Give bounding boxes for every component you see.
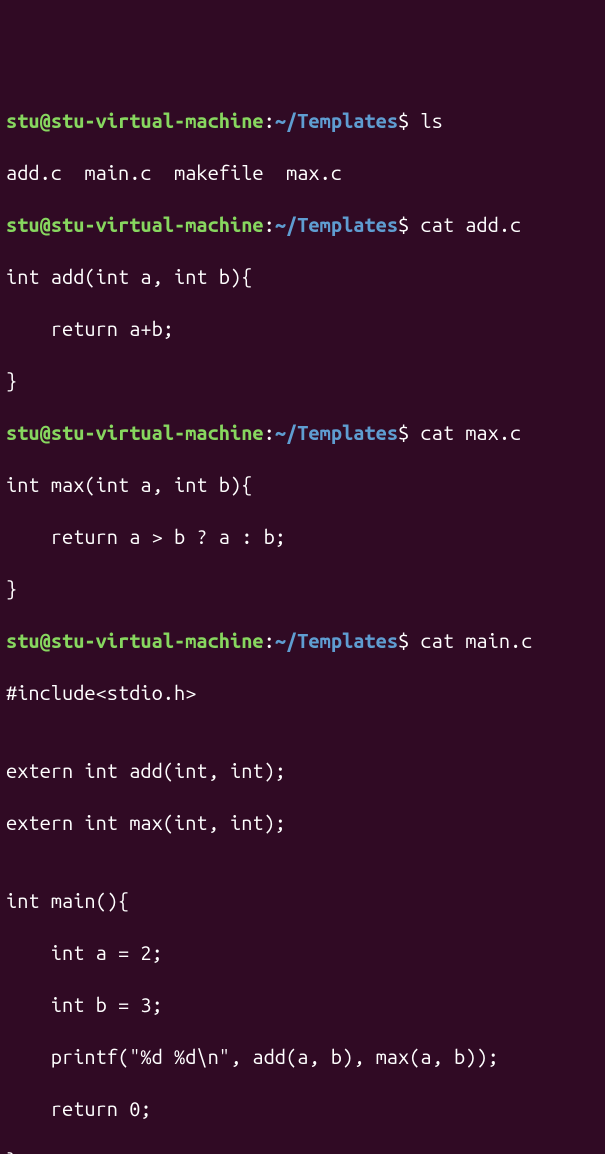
prompt-colon: : (264, 109, 275, 132)
prompt-at: @ (40, 213, 51, 236)
output-line: return 0; (6, 1096, 599, 1122)
prompt-host: stu-virtual-machine (51, 109, 264, 132)
output-line: int add(int a, int b){ (6, 264, 599, 290)
prompt-path: ~/Templates (275, 629, 398, 652)
output-line: extern int add(int, int); (6, 758, 599, 784)
output-line: int main(){ (6, 888, 599, 914)
prompt-user: stu (6, 109, 40, 132)
prompt-at: @ (40, 629, 51, 652)
output-line: add.c main.c makefile max.c (6, 160, 599, 186)
output-line: extern int max(int, int); (6, 810, 599, 836)
prompt-dollar: $ (398, 213, 409, 236)
output-line: return a+b; (6, 316, 599, 342)
output-line: int b = 3; (6, 992, 599, 1018)
prompt-dollar: $ (398, 421, 409, 444)
output-line: } (6, 368, 599, 394)
prompt-colon: : (264, 213, 275, 236)
prompt-path: ~/Templates (275, 213, 398, 236)
prompt-path: ~/Templates (275, 109, 398, 132)
output-line: return a > b ? a : b; (6, 524, 599, 550)
output-line: int a = 2; (6, 940, 599, 966)
prompt-dollar: $ (398, 629, 409, 652)
prompt-user: stu (6, 421, 40, 444)
command-input[interactable]: ls (409, 109, 443, 132)
output-line: } (6, 1148, 599, 1154)
prompt-host: stu-virtual-machine (51, 421, 264, 444)
prompt-colon: : (264, 421, 275, 444)
prompt-path: ~/Templates (275, 421, 398, 444)
prompt-user: stu (6, 629, 40, 652)
terminal-line: stu@stu-virtual-machine:~/Templates$ cat… (6, 420, 599, 446)
output-line: printf("%d %d\n", add(a, b), max(a, b)); (6, 1044, 599, 1070)
prompt-host: stu-virtual-machine (51, 629, 264, 652)
output-line: } (6, 576, 599, 602)
prompt-dollar: $ (398, 109, 409, 132)
terminal-line: stu@stu-virtual-machine:~/Templates$ ls (6, 108, 599, 134)
prompt-at: @ (40, 109, 51, 132)
prompt-user: stu (6, 213, 40, 236)
command-input[interactable]: cat add.c (409, 213, 521, 236)
prompt-colon: : (264, 629, 275, 652)
prompt-host: stu-virtual-machine (51, 213, 264, 236)
command-input[interactable]: cat max.c (409, 421, 521, 444)
output-line: int max(int a, int b){ (6, 472, 599, 498)
command-input[interactable]: cat main.c (409, 629, 532, 652)
prompt-at: @ (40, 421, 51, 444)
terminal-line: stu@stu-virtual-machine:~/Templates$ cat… (6, 628, 599, 654)
terminal-line: stu@stu-virtual-machine:~/Templates$ cat… (6, 212, 599, 238)
output-line: #include<stdio.h> (6, 680, 599, 706)
